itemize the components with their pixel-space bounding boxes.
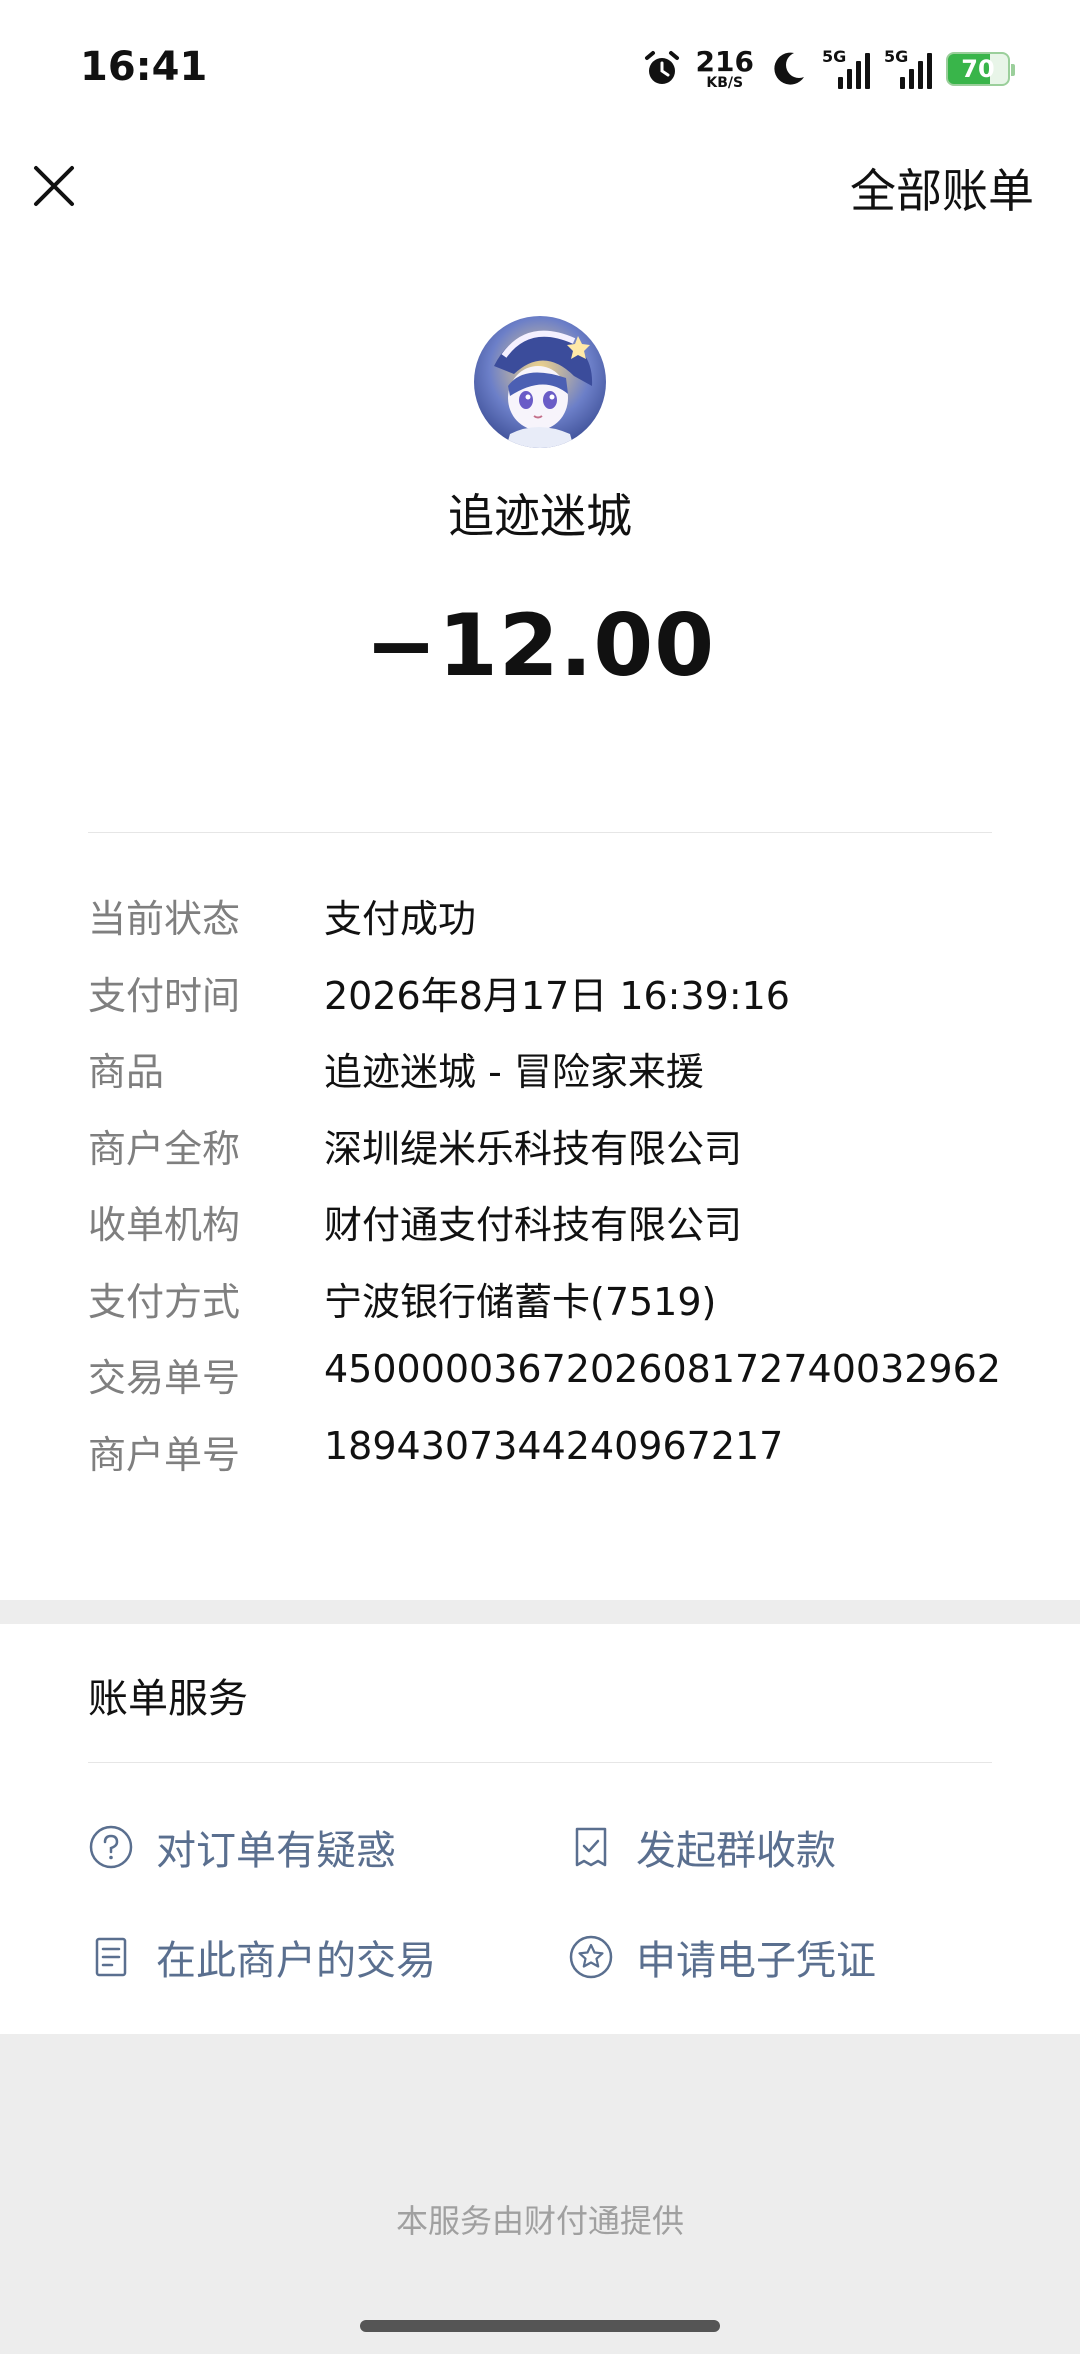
merchant-transactions-button[interactable]: 在此商户的交易 xyxy=(88,1928,436,1986)
detail-value: 财付通支付科技有限公司 xyxy=(324,1203,743,1247)
home-indicator[interactable] xyxy=(360,2320,720,2332)
detail-value: 宁波银行储蓄卡(7519) xyxy=(324,1279,717,1324)
detail-value: 4500000367202608172740032962 xyxy=(324,1347,1001,1391)
alarm-icon xyxy=(644,51,679,84)
group-collect-icon xyxy=(575,1827,607,1867)
question-icon xyxy=(89,1825,133,1869)
e-voucher-button[interactable]: 申请电子凭证 xyxy=(568,1928,876,1986)
detail-label: 收单机构 xyxy=(88,1203,241,1247)
service-label: 在此商户的交易 xyxy=(156,1938,436,1984)
order-question-button[interactable]: 对订单有疑惑 xyxy=(88,1818,396,1876)
detail-row-merchant-full-name: 商户全称 深圳缇米乐科技有限公司 xyxy=(88,1118,1048,1195)
detail-value: 支付成功 xyxy=(324,897,477,941)
detail-label: 商户全称 xyxy=(88,1126,241,1171)
bill-services: 账单服务 对订单有疑惑 发起群收款 在此商户的交易 申请电子凭证 xyxy=(0,1624,1080,2034)
payment-amount: −12.00 xyxy=(364,596,716,696)
service-label: 对订单有疑惑 xyxy=(156,1828,396,1874)
detail-value: 深圳缇米乐科技有限公司 xyxy=(324,1126,743,1171)
battery-icon: 70 xyxy=(946,52,1015,86)
transaction-details: 当前状态 支付成功 支付时间 2026年8月17日 16:39:16 商品 追迹… xyxy=(88,888,1048,1500)
merchant-name: 追迹迷城 xyxy=(448,489,632,543)
detail-value: 追迹迷城 - 冒险家来援 xyxy=(324,1050,704,1094)
detail-row-acquirer: 收单机构 财付通支付科技有限公司 xyxy=(88,1194,1048,1271)
status-bar: 16:41 216 KB/S 5G 5G 70 xyxy=(0,0,1080,140)
detail-label: 当前状态 xyxy=(88,897,241,941)
close-icon[interactable] xyxy=(28,160,80,212)
divider xyxy=(88,1762,992,1763)
service-label: 发起群收款 xyxy=(636,1828,836,1874)
net-speed: 216 KB/S xyxy=(695,45,754,91)
section-gap xyxy=(0,1600,1080,1624)
detail-label: 商户单号 xyxy=(88,1432,241,1477)
divider xyxy=(88,832,992,833)
service-label: 申请电子凭证 xyxy=(636,1938,876,1984)
status-icons: 216 KB/S 5G 5G 70 xyxy=(642,44,1015,94)
footer-provider-text: 本服务由财付通提供 xyxy=(395,2202,684,2240)
document-icon xyxy=(95,1937,127,1977)
group-collect-button[interactable]: 发起群收款 xyxy=(568,1818,836,1876)
services-title: 账单服务 xyxy=(88,1676,248,1722)
detail-value: 2026年8月17日 16:39:16 xyxy=(324,973,790,1018)
status-time: 16:41 xyxy=(80,44,208,90)
all-bills-link[interactable]: 全部账单 xyxy=(850,155,1034,221)
detail-row-pay-method: 支付方式 宁波银行储蓄卡(7519) xyxy=(88,1271,1048,1348)
detail-row-status: 当前状态 支付成功 xyxy=(88,888,1048,965)
detail-label: 交易单号 xyxy=(88,1356,241,1400)
detail-row-product: 商品 追迹迷城 - 冒险家来援 xyxy=(88,1041,1048,1118)
moon-icon xyxy=(774,52,804,85)
signal-icon: 5G xyxy=(822,47,870,91)
signal-icon: 5G xyxy=(884,47,932,91)
star-badge-icon xyxy=(569,1935,613,1979)
detail-label: 商品 xyxy=(88,1050,165,1094)
detail-row-pay-time: 支付时间 2026年8月17日 16:39:16 xyxy=(88,965,1048,1042)
detail-value: 1894307344240967217 xyxy=(324,1423,784,1468)
merchant-avatar xyxy=(474,316,606,448)
detail-row-transaction-id: 交易单号 4500000367202608172740032962 xyxy=(88,1347,1048,1424)
detail-label: 支付方式 xyxy=(88,1279,241,1324)
detail-label: 支付时间 xyxy=(88,973,241,1018)
detail-row-merchant-order-id: 商户单号 1894307344240967217 xyxy=(88,1424,1048,1501)
